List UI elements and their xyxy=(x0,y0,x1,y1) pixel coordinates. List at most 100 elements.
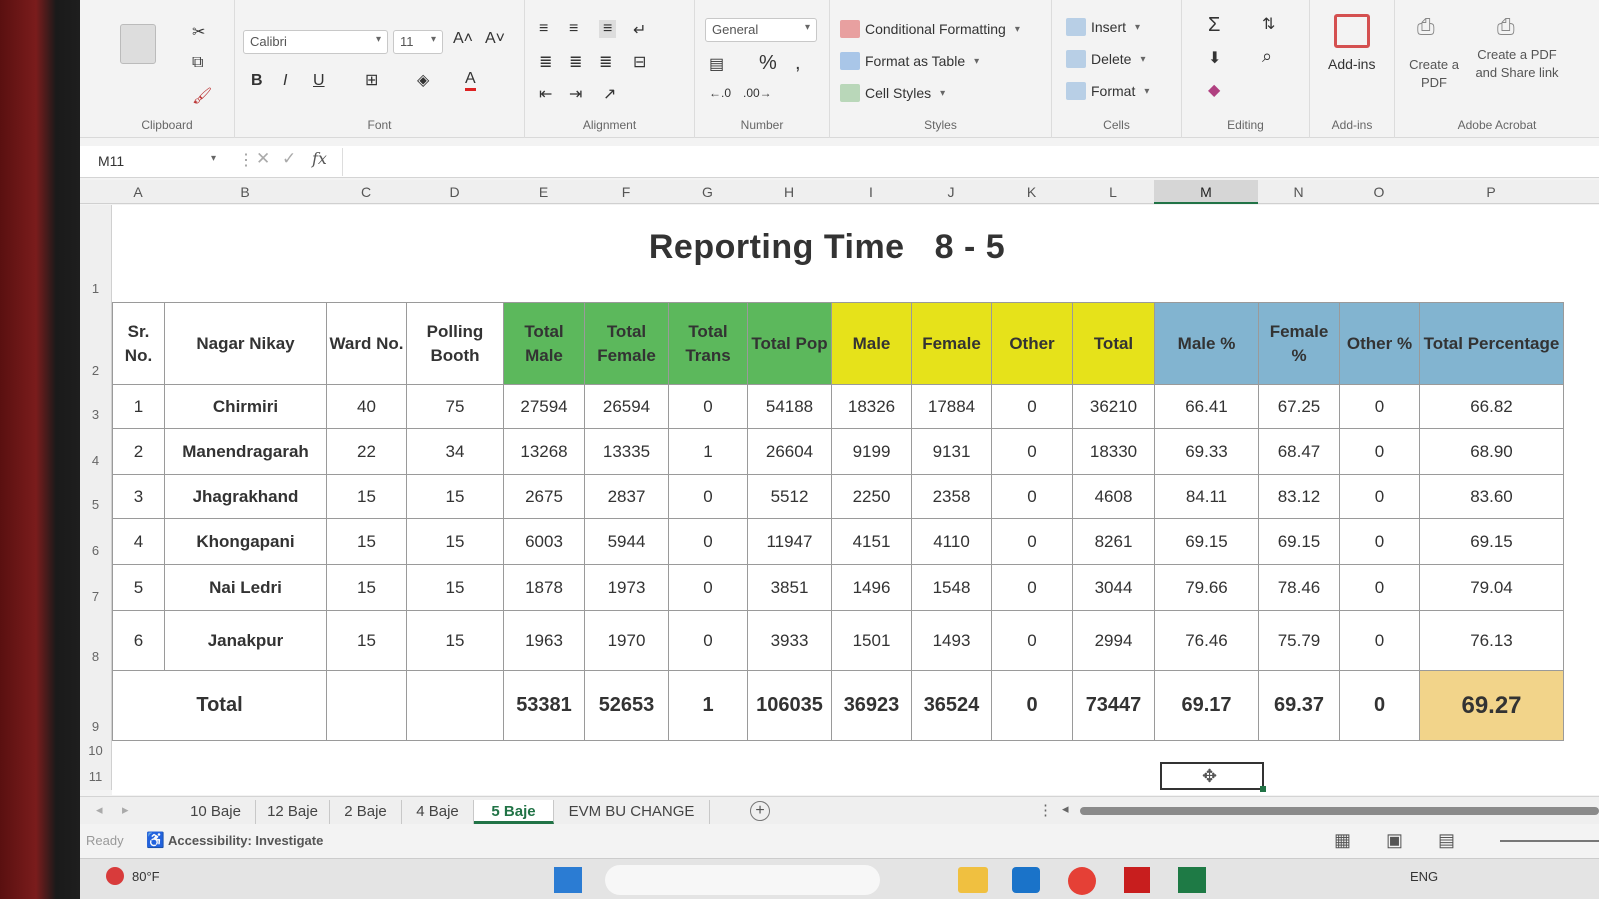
table-cell[interactable]: 0 xyxy=(668,518,748,565)
align-left-icon[interactable]: ≣ xyxy=(539,52,552,72)
table-cell[interactable]: 2837 xyxy=(584,474,669,519)
table-cell[interactable]: 69.15 xyxy=(1419,518,1564,565)
create-share-icon[interactable]: ⎙ xyxy=(1497,14,1515,40)
column-header-g[interactable]: G xyxy=(668,180,747,204)
table-cell[interactable]: 78.46 xyxy=(1258,564,1340,611)
table-cell[interactable]: Khongapani xyxy=(164,518,327,565)
table-cell[interactable]: Janakpur xyxy=(164,610,327,671)
page-layout-icon[interactable]: ▣ xyxy=(1386,830,1403,851)
row-header-10[interactable]: 10 xyxy=(80,740,112,764)
table-cell[interactable]: 0 xyxy=(991,474,1073,519)
table-cell[interactable]: 1 xyxy=(668,428,748,475)
table-cell[interactable]: 0 xyxy=(1339,518,1420,565)
decrease-decimal-icon[interactable]: .00→ xyxy=(743,86,772,100)
table-cell[interactable]: 0 xyxy=(668,564,748,611)
table-cell[interactable]: 1973 xyxy=(584,564,669,611)
shrink-font-icon[interactable]: A˅ xyxy=(485,30,505,48)
total-cell[interactable]: 0 xyxy=(1339,670,1420,741)
table-cell[interactable]: 6003 xyxy=(503,518,585,565)
header-cell[interactable]: Female xyxy=(911,302,992,385)
bold-icon[interactable]: B xyxy=(251,72,263,90)
sheet-tab[interactable]: 2 Baje xyxy=(330,800,402,824)
table-cell[interactable]: 0 xyxy=(1339,474,1420,519)
align-top-icon[interactable]: ≡ xyxy=(539,20,548,38)
row-header-11[interactable]: 11 xyxy=(80,764,112,790)
total-label[interactable]: Total xyxy=(112,670,327,741)
row-header-8[interactable]: 8 xyxy=(80,610,112,670)
number-format-combo[interactable]: General ▾ xyxy=(705,18,817,42)
tabs-more-icon[interactable]: ⋮ xyxy=(1038,801,1053,819)
table-cell[interactable]: 0 xyxy=(668,474,748,519)
table-cell[interactable]: 15 xyxy=(406,610,504,671)
table-cell[interactable]: 4110 xyxy=(911,518,992,565)
total-cell[interactable]: 69.17 xyxy=(1154,670,1259,741)
paste-icon[interactable] xyxy=(120,24,156,64)
table-cell[interactable]: 69.15 xyxy=(1154,518,1259,565)
total-cell[interactable]: 0 xyxy=(991,670,1073,741)
create-pdf-button[interactable]: Create a PDF xyxy=(1403,56,1465,92)
table-cell[interactable]: 68.47 xyxy=(1258,428,1340,475)
data-table[interactable]: Sr. No. Nagar Nikay Ward No. Polling Booth T… xyxy=(112,302,1564,741)
table-cell[interactable]: 69.33 xyxy=(1154,428,1259,475)
sheet-tab[interactable]: 12 Baje xyxy=(256,800,330,824)
font-size-combo[interactable]: 11 ▾ xyxy=(393,30,443,54)
insert-button[interactable]: Insert ▾ xyxy=(1066,18,1140,36)
delete-button[interactable]: Delete ▾ xyxy=(1066,50,1146,68)
table-cell[interactable]: 3 xyxy=(112,474,165,519)
table-cell[interactable]: 3933 xyxy=(747,610,832,671)
column-header-c[interactable]: C xyxy=(326,180,406,204)
table-cell[interactable]: 0 xyxy=(991,384,1073,429)
conditional-formatting-button[interactable]: Conditional Formatting ▾ xyxy=(840,20,1020,38)
table-cell[interactable]: 75.79 xyxy=(1258,610,1340,671)
comma-icon[interactable]: , xyxy=(795,52,801,75)
table-cell[interactable]: 15 xyxy=(326,610,407,671)
row-header-3[interactable]: 3 xyxy=(80,384,112,428)
column-header-f[interactable]: F xyxy=(584,180,668,204)
table-cell[interactable]: 66.41 xyxy=(1154,384,1259,429)
table-cell[interactable]: 18326 xyxy=(831,384,912,429)
cancel-icon[interactable]: ✕ xyxy=(256,149,270,169)
table-cell[interactable]: 13335 xyxy=(584,428,669,475)
table-cell[interactable]: 17884 xyxy=(911,384,992,429)
table-cell[interactable]: 83.12 xyxy=(1258,474,1340,519)
table-cell[interactable]: 0 xyxy=(991,428,1073,475)
increase-decimal-icon[interactable]: ←.0 xyxy=(709,86,731,100)
sort-filter-icon[interactable]: ⇅ xyxy=(1262,14,1275,34)
table-cell[interactable]: 9199 xyxy=(831,428,912,475)
edge-icon[interactable] xyxy=(1012,867,1040,893)
table-cell[interactable]: 26604 xyxy=(747,428,832,475)
selected-cell[interactable]: ✥ xyxy=(1160,762,1266,792)
header-cell[interactable]: Female % xyxy=(1258,302,1340,385)
table-cell[interactable]: 6 xyxy=(112,610,165,671)
enter-icon[interactable]: ✓ xyxy=(282,149,296,169)
addins-button[interactable]: Add-ins xyxy=(1328,56,1375,72)
table-cell[interactable]: 8261 xyxy=(1072,518,1155,565)
align-middle-icon[interactable]: ≡ xyxy=(569,20,578,38)
column-header-m[interactable]: M xyxy=(1154,180,1258,204)
table-cell[interactable]: 13268 xyxy=(503,428,585,475)
total-cell[interactable]: 36923 xyxy=(831,670,912,741)
autosum-icon[interactable]: Σ xyxy=(1208,14,1220,37)
table-cell[interactable]: 0 xyxy=(668,610,748,671)
table-cell[interactable]: 4 xyxy=(112,518,165,565)
table-cell[interactable]: 3044 xyxy=(1072,564,1155,611)
sheet-tab[interactable]: 5 Baje xyxy=(474,800,554,824)
column-header-n[interactable]: N xyxy=(1258,180,1339,204)
total-cell[interactable]: 69.37 xyxy=(1258,670,1340,741)
total-cell[interactable] xyxy=(326,670,407,741)
row-header-2[interactable]: 2 xyxy=(80,302,112,384)
align-center-icon[interactable]: ≣ xyxy=(569,52,582,72)
table-cell[interactable]: 2250 xyxy=(831,474,912,519)
table-cell[interactable]: Manendragarah xyxy=(164,428,327,475)
table-cell[interactable]: 3851 xyxy=(747,564,832,611)
table-cell[interactable]: 2994 xyxy=(1072,610,1155,671)
header-cell[interactable]: Total Trans xyxy=(668,302,748,385)
header-cell[interactable]: Total Female xyxy=(584,302,669,385)
total-cell[interactable]: 36524 xyxy=(911,670,992,741)
format-painter-icon[interactable]: 🖌 xyxy=(192,86,212,106)
header-cell[interactable]: Male xyxy=(831,302,912,385)
column-header-d[interactable]: D xyxy=(406,180,503,204)
table-cell[interactable]: 18330 xyxy=(1072,428,1155,475)
sheet-tab[interactable]: 4 Baje xyxy=(402,800,474,824)
table-cell[interactable]: 79.04 xyxy=(1419,564,1564,611)
